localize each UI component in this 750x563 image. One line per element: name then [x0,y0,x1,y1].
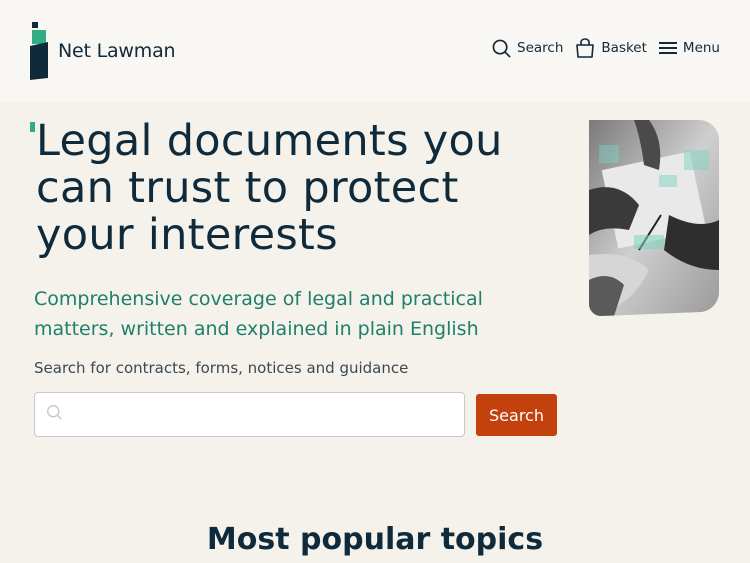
search-input[interactable] [63,393,464,436]
hamburger-icon [658,40,677,56]
hero-subtitle: Comprehensive coverage of legal and prac… [34,288,483,340]
header-nav: Search Basket Menu [492,38,720,58]
search-nav-button[interactable]: Search [492,39,563,58]
hero-image [589,120,719,316]
menu-label: Menu [682,40,720,56]
basket-icon [575,38,595,58]
search-nav-label: Search [517,40,564,56]
logo-icon [30,22,50,80]
hero-title: Legal documents you can trust to protect… [36,116,503,260]
logo[interactable]: Net Lawman [30,22,176,80]
site-header: Net Lawman Search Basket Menu [0,0,750,102]
accent-tick [30,122,35,132]
menu-button[interactable]: Menu [658,40,720,56]
popular-topics-heading: Most popular topics [206,522,544,557]
search-icon [492,39,511,58]
search-prompt: Search for contracts, forms, notices and… [34,359,409,377]
search-field-icon [46,404,63,425]
search-field[interactable] [34,392,465,437]
search-submit-button[interactable]: Search [476,394,557,436]
basket-button[interactable]: Basket [575,38,647,58]
basket-label: Basket [601,40,647,56]
brand-name: Net Lawman [58,40,176,62]
